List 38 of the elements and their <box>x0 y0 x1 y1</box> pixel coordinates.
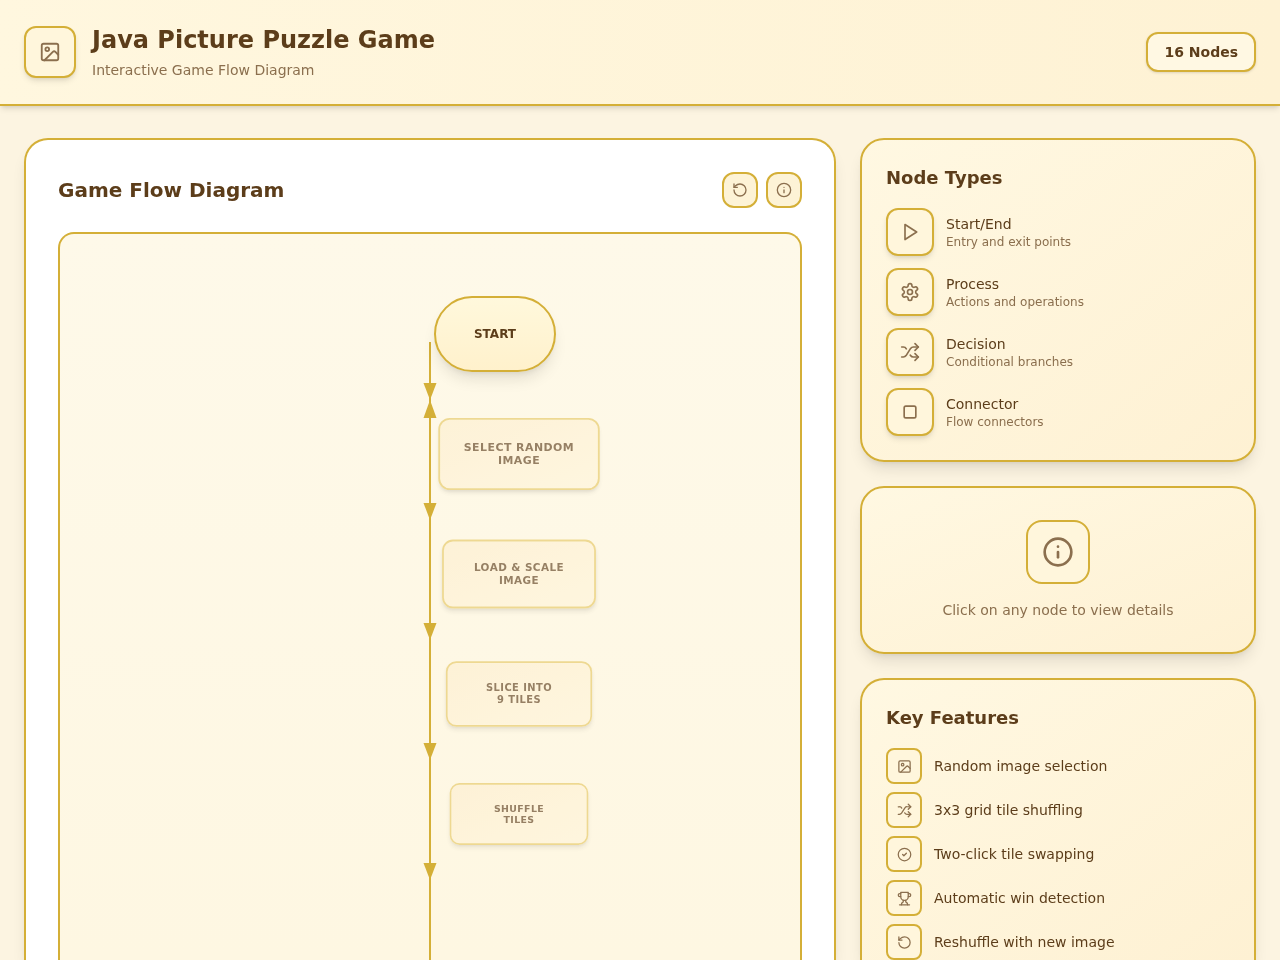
panel-title: Game Flow Diagram <box>58 177 285 204</box>
app-title: Java Picture Puzzle Game <box>92 25 436 56</box>
info-button[interactable] <box>766 172 802 208</box>
node-type-name: Decision <box>946 335 1006 354</box>
panel-title: Key Features <box>886 706 1019 730</box>
info-icon <box>1026 520 1090 584</box>
play-icon <box>886 208 934 256</box>
counterclockwise-arrow-icon <box>732 182 748 198</box>
node-type-name: Connector <box>946 395 1019 414</box>
process-node[interactable]: LOAD & SCALE IMAGE <box>442 539 596 609</box>
feature-text: Reshuffle with new image <box>934 933 1115 952</box>
info-icon <box>776 182 792 198</box>
process-node[interactable]: SELECT RANDOM IMAGE <box>438 417 600 491</box>
trophy-icon <box>886 880 922 916</box>
node-type-description: Conditional branches <box>946 354 1074 370</box>
feature-text: Automatic win detection <box>934 889 1106 908</box>
node-type-description: Flow connectors <box>946 414 1044 430</box>
node-type-name: Start/End <box>946 215 1012 234</box>
terminal-node[interactable]: START <box>434 296 556 372</box>
process-node[interactable]: SLICE INTO 9 TILES <box>445 661 593 727</box>
feature-text: Two-click tile swapping <box>934 845 1095 864</box>
node-type-description: Entry and exit points <box>946 234 1072 250</box>
image-icon <box>886 748 922 784</box>
square-icon <box>886 388 934 436</box>
gear-icon <box>886 268 934 316</box>
details-hint: Click on any node to view details <box>942 601 1174 620</box>
panel-title: Node Types <box>886 166 1003 190</box>
process-node[interactable]: SHUFFLE TILES <box>449 783 589 845</box>
reset-button[interactable] <box>722 172 758 208</box>
shuffle-icon <box>886 328 934 376</box>
app-subtitle: Interactive Game Flow Diagram <box>92 61 315 80</box>
node-type-description: Actions and operations <box>946 294 1084 310</box>
feature-text: 3x3 grid tile shuffling <box>934 801 1083 820</box>
shuffle-icon <box>886 792 922 828</box>
feature-text: Random image selection <box>934 757 1108 776</box>
image-icon <box>24 26 76 78</box>
node-count-badge: 16 Nodes <box>1146 32 1256 72</box>
node-type-name: Process <box>946 275 1000 294</box>
